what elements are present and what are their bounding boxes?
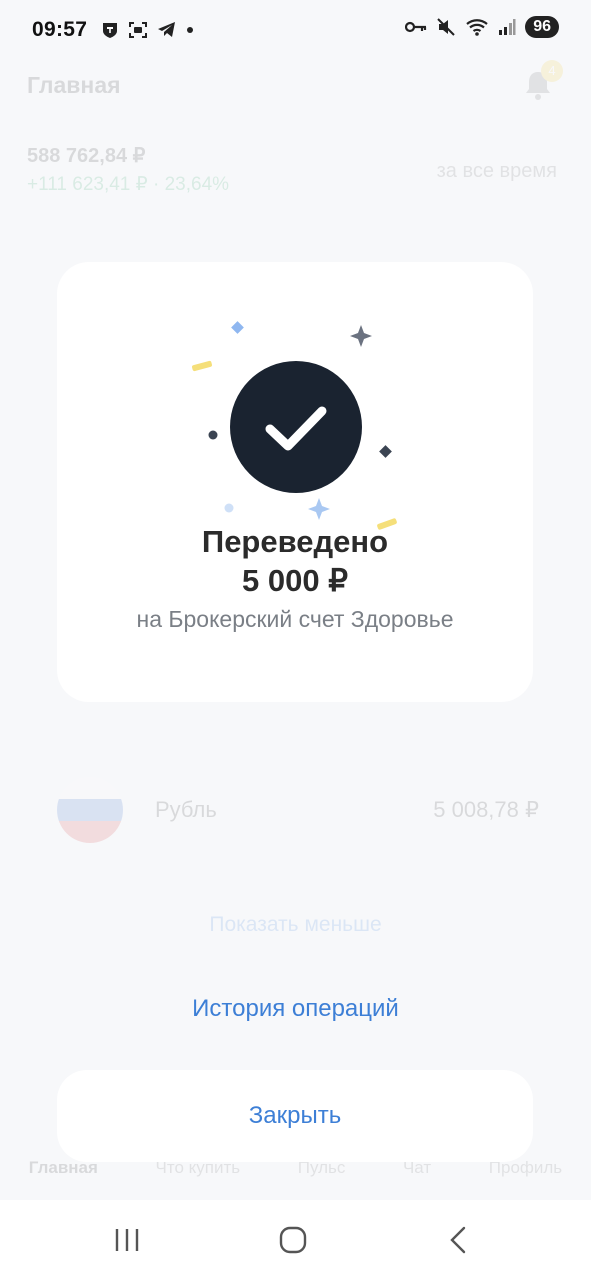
bg-tab-pulse: Пульс	[297, 1158, 346, 1177]
home-button[interactable]	[273, 1222, 313, 1258]
bg-show-less: Показать меньше	[209, 913, 382, 936]
notification-icons	[101, 21, 194, 39]
telegram-icon	[158, 22, 176, 37]
bg-period: за все время	[436, 160, 557, 182]
battery-indicator: 96	[525, 16, 559, 38]
back-icon	[450, 1226, 466, 1254]
bg-currency-name: Рубль	[155, 797, 217, 822]
bg-tab-chat: Чат	[402, 1158, 432, 1177]
bg-profit: +111 623,41 ₽ · 23,64%	[27, 174, 230, 195]
transfer-destination: на Брокерский счет Здоровье	[136, 606, 454, 632]
transfer-amount: 5 000 ₽	[242, 563, 348, 598]
signal-icon	[499, 19, 516, 35]
bg-tab-profile: Профиль	[488, 1158, 563, 1177]
success-check-icon	[230, 361, 362, 493]
key-icon	[405, 21, 427, 33]
russia-flag-icon	[57, 777, 123, 843]
system-icons: 96	[405, 16, 559, 38]
success-modal: Переведено 5 000 ₽ на Брокерский счет Зд…	[57, 262, 533, 702]
shield-app-icon	[103, 23, 118, 38]
bg-tab-bar: Главная Что купить Пульс Чат Профиль	[0, 1158, 591, 1198]
close-button[interactable]: Закрыть	[57, 1070, 533, 1162]
bg-currency-value: 5 008,78 ₽	[433, 797, 539, 822]
modal-title: Переведено	[201, 524, 389, 559]
recent-apps-icon	[115, 1229, 139, 1251]
status-bar: 09:57 96	[0, 0, 591, 60]
system-nav-bar	[0, 1200, 591, 1280]
status-time: 09:57	[32, 18, 88, 41]
dot-icon	[187, 27, 194, 33]
wifi-icon	[466, 19, 488, 36]
mute-icon	[437, 18, 455, 36]
back-button[interactable]	[438, 1222, 478, 1258]
bg-tab-home: Главная	[28, 1158, 98, 1177]
screenshot-icon	[129, 22, 148, 38]
bg-page-title: Главная	[27, 72, 121, 98]
home-icon	[279, 1226, 307, 1254]
operations-history-link[interactable]: История операций	[0, 995, 591, 1023]
bell-badge: 4	[541, 60, 563, 82]
bg-total-amount: 588 762,84 ₽	[27, 145, 146, 167]
bg-currency-row: Рубль 5 008,78 ₽	[0, 770, 591, 850]
bg-tab-what-to-buy: Что купить	[155, 1158, 241, 1177]
recent-apps-button[interactable]	[107, 1222, 147, 1258]
